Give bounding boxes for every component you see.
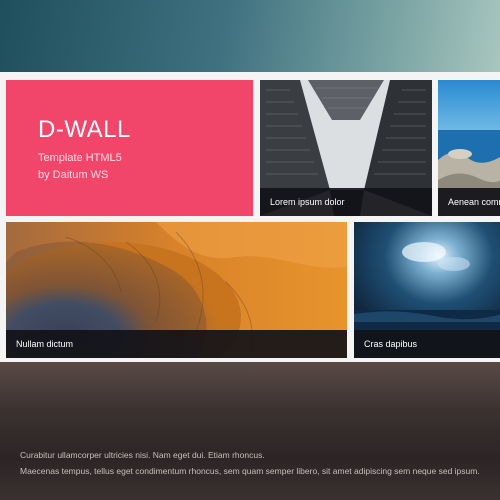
header-background (0, 0, 500, 72)
footer-text-line-1: Curabitur ullamcorper ultricies nisi. Na… (20, 450, 265, 460)
brand-tile[interactable]: D-WALL Template HTML5 by Daitum WS (6, 80, 253, 216)
gallery-tile-coast[interactable]: Aenean commodo (438, 80, 500, 216)
footer-background (0, 362, 500, 500)
footer-text-line-2: Maecenas tempus, tellus eget condimentum… (20, 466, 480, 476)
tile-caption: Nullam dictum (6, 330, 347, 358)
gallery-tile-storm[interactable]: Cras dapibus (354, 222, 500, 358)
tile-caption: Lorem ipsum dolor (260, 188, 432, 216)
tile-caption: Cras dapibus (354, 330, 500, 358)
subtitle-line-2: by Daitum WS (38, 169, 109, 181)
gallery-tile-crater[interactable]: Nullam dictum (6, 222, 347, 358)
gallery-tile-skyscrapers[interactable]: Lorem ipsum dolor (260, 80, 432, 216)
site-title: D-WALL (38, 116, 131, 143)
site-subtitle: Template HTML5 by Daitum WS (38, 150, 122, 184)
tile-caption: Aenean commodo (438, 188, 500, 216)
subtitle-line-1: Template HTML5 (38, 152, 122, 164)
